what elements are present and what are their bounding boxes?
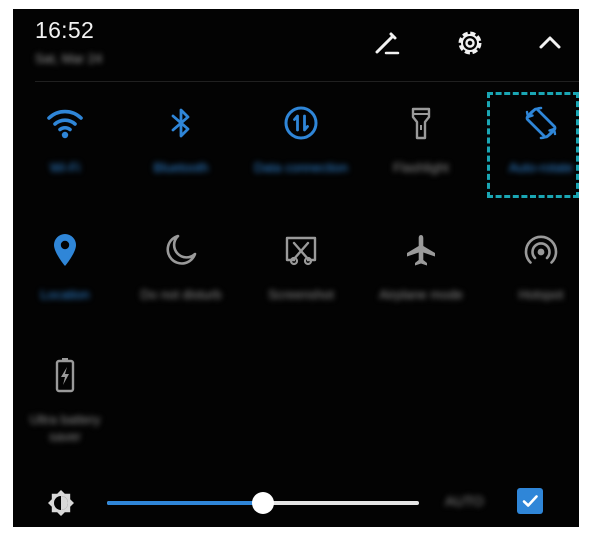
slider-thumb[interactable] — [252, 492, 274, 514]
tile-location[interactable]: Location — [13, 230, 117, 303]
edit-tiles-button[interactable] — [368, 25, 404, 61]
notification-panel: 16:52 Sat, Mar 24 Wi-Fi Bluetooth Data c… — [13, 9, 579, 527]
tile-flashlight[interactable]: Flashlight — [369, 103, 473, 176]
bluetooth-icon — [161, 103, 201, 143]
tile-label: Data connection — [254, 160, 348, 175]
flashlight-icon — [401, 103, 441, 143]
tile-label: Airplane mode — [379, 287, 463, 302]
settings-button[interactable] — [452, 25, 488, 61]
tile-label: Ultra battery saver — [29, 412, 101, 444]
location-icon — [45, 230, 85, 270]
tile-label: Wi-Fi — [49, 160, 81, 175]
wifi-icon — [45, 103, 85, 143]
tile-label: Do not disturb — [140, 287, 222, 302]
airplane-icon — [401, 230, 441, 270]
tile-data-connection[interactable]: Data connection — [249, 103, 353, 176]
auto-brightness-checkbox[interactable] — [517, 488, 543, 514]
battery-saver-icon — [45, 355, 85, 395]
status-time: 16:52 — [35, 17, 95, 43]
tile-screenshot[interactable]: Screenshot — [249, 230, 353, 303]
collapse-button[interactable] — [532, 25, 568, 61]
gear-icon — [452, 31, 488, 65]
auto-brightness-label: AUTO — [445, 493, 484, 509]
highlight-frame — [487, 92, 579, 198]
checkmark-icon — [517, 495, 543, 518]
tile-wifi[interactable]: Wi-Fi — [13, 103, 117, 176]
tile-airplane-mode[interactable]: Airplane mode — [369, 230, 473, 303]
hotspot-icon — [521, 230, 561, 270]
tile-label: Bluetooth — [153, 160, 209, 175]
tile-hotspot[interactable]: Hotspot — [489, 230, 579, 303]
screenshot-icon — [281, 230, 321, 270]
tile-label: Hotspot — [518, 287, 564, 302]
brightness-icon — [43, 485, 79, 521]
tile-label: Flashlight — [393, 160, 449, 175]
tile-bluetooth[interactable]: Bluetooth — [129, 103, 233, 176]
status-date: Sat, Mar 24 — [35, 51, 103, 66]
slider-fill — [107, 501, 263, 505]
tile-label: Screenshot — [268, 287, 334, 302]
chevron-up-icon — [532, 36, 568, 65]
tile-do-not-disturb[interactable]: Do not disturb — [129, 230, 233, 303]
header-divider — [35, 81, 579, 82]
tile-ultra-battery-saver[interactable]: Ultra battery saver — [13, 355, 117, 445]
pencil-icon — [368, 32, 404, 65]
moon-icon — [161, 230, 201, 270]
brightness-slider[interactable] — [107, 492, 419, 514]
data-connection-icon — [281, 103, 321, 143]
tile-label: Location — [40, 287, 90, 302]
